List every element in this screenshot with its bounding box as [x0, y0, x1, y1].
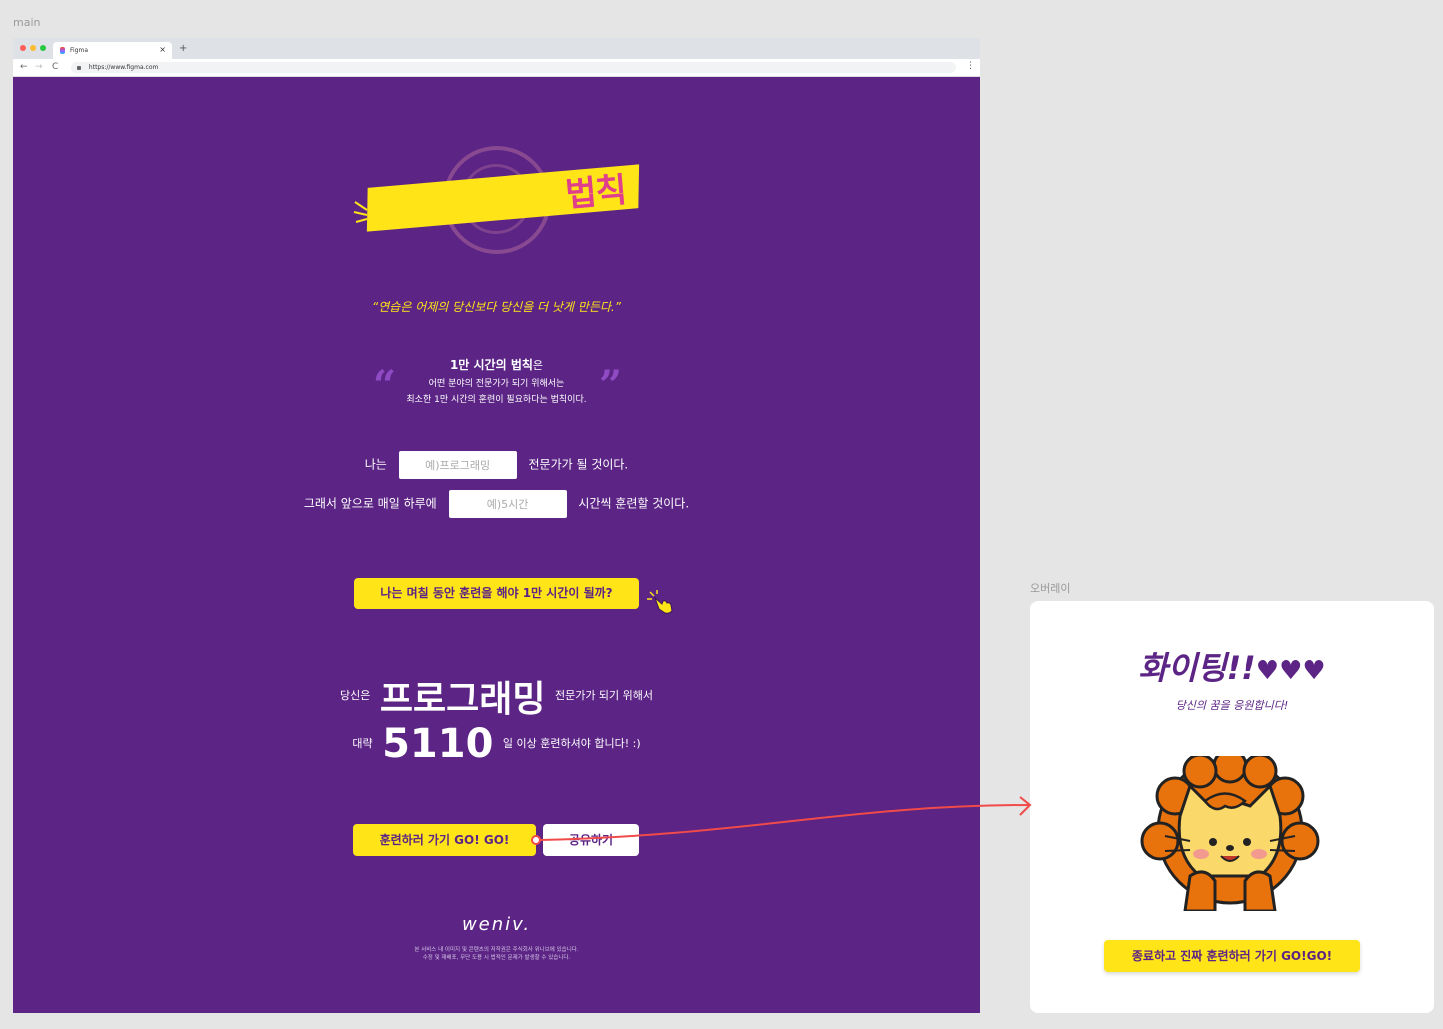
overlay-subtitle: 당신의 꿈을 응원합니다! [1175, 699, 1289, 712]
hours-suffix: 시간씩 훈련할 것이다. [578, 496, 690, 511]
url-field[interactable]: https://www.figma.com [71, 62, 956, 73]
browser-tab-bar: Figma × + [13, 38, 980, 59]
figma-favicon-icon [60, 47, 65, 54]
lock-icon [77, 65, 81, 70]
lion-mascot-icon [1140, 756, 1320, 911]
field-row: 나는 전문가가 될 것이다. [13, 451, 980, 479]
back-arrow-icon[interactable]: ← [20, 62, 28, 72]
hours-row: 그래서 앞으로 매일 하루에 시간씩 훈련할 것이다. [13, 490, 980, 518]
finish-and-train-button[interactable]: 종료하고 진짜 훈련하러 가기 GO!GO! [1104, 940, 1360, 972]
rule-name-suffix: 은 [532, 359, 544, 372]
new-tab-button[interactable]: + [179, 43, 187, 54]
address-bar-row: ← → C https://www.figma.com ⋮ [13, 59, 980, 77]
result-field: 프로그래밍 [379, 679, 546, 720]
calculate-button[interactable]: 나는 며칠 동안 훈련을 해야 1만 시간이 될까? [354, 578, 639, 609]
result-line-1: 당신은 프로그래밍 전문가가 되기 위해서 [13, 670, 980, 722]
result-prefix-2: 대략 [352, 737, 373, 750]
maximize-window-dot[interactable] [40, 45, 46, 51]
result-days: 5110 [382, 721, 494, 767]
result-prefix-1: 당신은 [339, 689, 371, 702]
browser-tab[interactable]: Figma × [53, 42, 172, 59]
copyright-line-2: 수정 및 재배포, 무단 도용 시 법적인 문제가 발생할 수 있습니다. [422, 955, 571, 961]
reload-icon[interactable]: C [52, 62, 58, 72]
browser-window: Figma × + ← → C https://www.figma.com ⋮ … [13, 38, 980, 1013]
rule-line-2: 어떤 분야의 전문가가 되기 위해서는 [428, 379, 565, 389]
field-prefix: 나는 [364, 457, 387, 472]
field-suffix: 전문가가 될 것이다. [528, 457, 629, 472]
url-text: https://www.figma.com [88, 64, 159, 71]
app-page: 1만 시간의 법칙 “연습은 어제의 당신보다 당신을 더 낫게 만든다.” “… [13, 76, 980, 1013]
copyright-notice: 본 서비스 내 이미지 및 콘텐츠의 저작권은 주식회사 위니브에 있습니다. … [13, 946, 980, 962]
hours-prefix: 그래서 앞으로 매일 하루에 [303, 496, 437, 511]
minimize-window-dot[interactable] [30, 45, 36, 51]
field-input[interactable] [398, 451, 517, 479]
spark-lines-icon [353, 201, 368, 223]
forward-arrow-icon[interactable]: → [35, 62, 43, 72]
overlay-title-text: 화이팅!! [1138, 649, 1256, 687]
pointing-hand-icon [647, 590, 673, 614]
rule-description: 1만 시간의 법칙은 어떤 분야의 전문가가 되기 위해서는 최소한 1만 시간… [13, 356, 980, 405]
hearts-icon: ♥♥♥ [1255, 656, 1326, 686]
copyright-line-1: 본 서비스 내 이미지 및 콘텐츠의 저작권은 주식회사 위니브에 있습니다. [414, 947, 579, 953]
browser-menu-icon[interactable]: ⋮ [966, 61, 975, 71]
go-training-button[interactable]: 훈련하러 가기 GO! GO! [353, 824, 536, 856]
motto-subtitle: “연습은 어제의 당신보다 당신을 더 낫게 만든다.” [372, 300, 621, 314]
result-suffix-1: 전문가가 되기 위해서 [554, 689, 654, 702]
tab-close-icon[interactable]: × [159, 45, 166, 54]
share-button[interactable]: 공유하기 [543, 824, 639, 856]
tab-title: Figma [70, 47, 89, 54]
close-window-dot[interactable] [20, 45, 26, 51]
result-line-2: 대략 5110 일 이상 훈련하셔야 합니다! :) [13, 721, 980, 767]
frame-label-overlay: 오버레이 [1030, 582, 1071, 595]
frame-label-main: main [13, 16, 41, 29]
rule-line-3: 최소한 1만 시간의 훈련이 필요하다는 법칙이다. [406, 395, 587, 405]
result-suffix-2: 일 이상 훈련하셔야 합니다! :) [502, 737, 641, 750]
logo-title-part2: 법칙 [563, 170, 628, 216]
weniv-logo: weniv. [461, 914, 532, 935]
overlay-title: 화이팅!!♥♥♥ [1030, 643, 1434, 689]
rule-name: 1만 시간의 법칙 [449, 358, 533, 372]
hours-input[interactable] [448, 490, 567, 518]
overlay-modal: 화이팅!!♥♥♥ 당신의 꿈을 응원합니다! 종료하고 진짜 훈련하러 가기 G… [1030, 601, 1434, 1013]
